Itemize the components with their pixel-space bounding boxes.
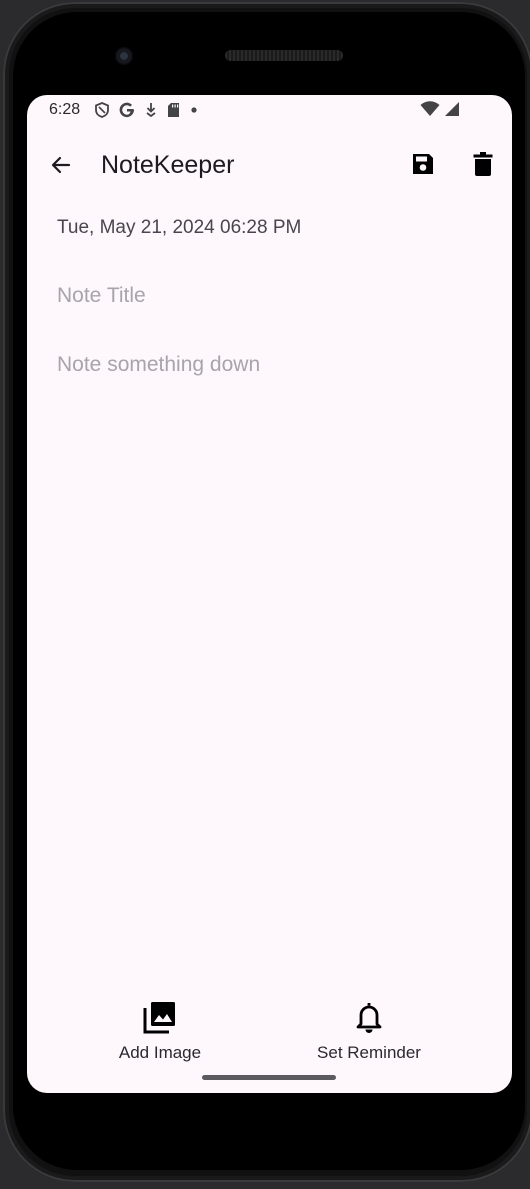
note-body-input[interactable] — [57, 352, 477, 952]
status-time: 6:28 — [49, 101, 81, 118]
google-g-icon — [119, 102, 135, 118]
wifi-icon — [420, 101, 440, 122]
earpiece-speaker — [225, 50, 343, 61]
sd-card-icon — [167, 102, 180, 118]
save-icon — [411, 152, 435, 181]
status-bar: 6:28 — [27, 95, 512, 125]
home-indicator[interactable] — [202, 1075, 336, 1080]
status-notification-icons — [95, 101, 198, 119]
app-bar: NoteKeeper — [27, 135, 512, 195]
app-screen: 6:28 NoteKeeper Tue, May 21, 2024 06:28 … — [27, 95, 512, 1093]
save-button[interactable] — [408, 151, 438, 181]
dot-icon — [190, 102, 198, 118]
app-title: NoteKeeper — [101, 151, 235, 179]
add-image-label: Add Image — [118, 1043, 202, 1062]
arrow-back-icon — [49, 153, 73, 182]
photo-library-icon — [143, 1000, 177, 1039]
status-system-icons — [420, 101, 460, 122]
add-image-button[interactable]: Add Image — [105, 1000, 215, 1063]
bell-icon — [352, 1000, 386, 1039]
cell-signal-icon — [444, 101, 460, 122]
note-title-input[interactable] — [57, 282, 477, 310]
back-button[interactable] — [47, 153, 75, 181]
download-icon — [145, 102, 157, 118]
set-reminder-button[interactable]: Set Reminder — [303, 1000, 435, 1063]
set-reminder-label: Set Reminder — [317, 1043, 421, 1062]
shield-icon — [95, 102, 109, 118]
delete-button[interactable] — [468, 151, 498, 181]
note-date-time: Tue, May 21, 2024 06:28 PM — [57, 217, 302, 238]
delete-icon — [473, 151, 493, 181]
front-camera — [115, 47, 133, 65]
